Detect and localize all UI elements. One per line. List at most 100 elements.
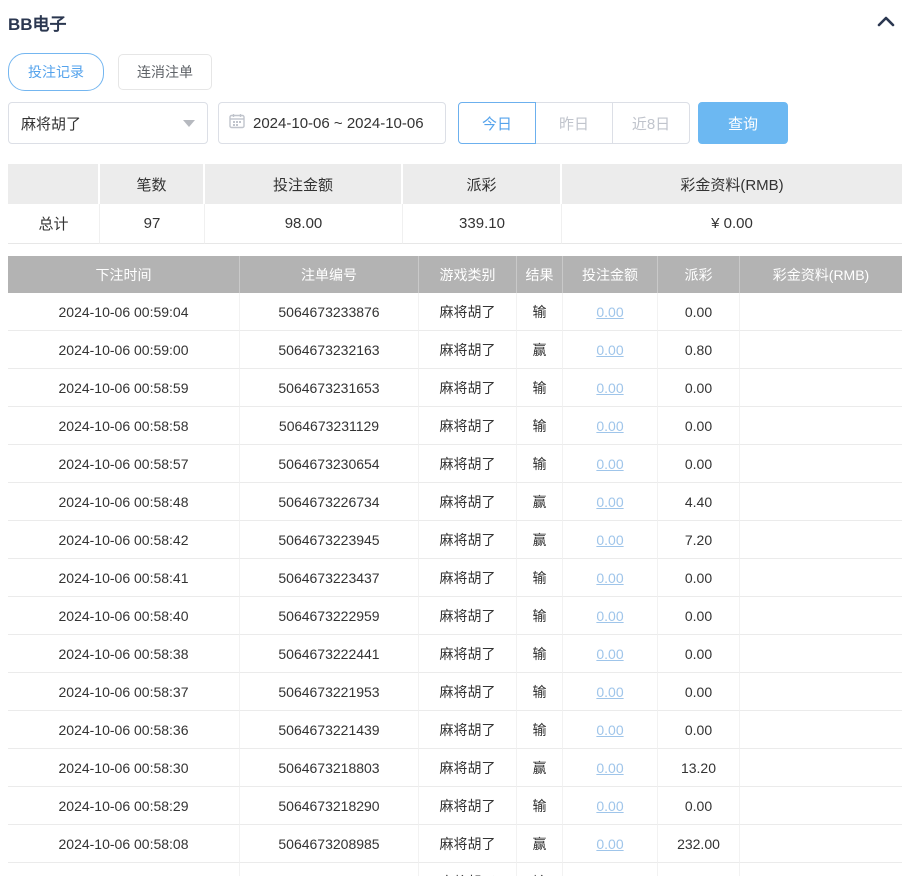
bet-amount-link[interactable]: 0.00 [596,456,623,472]
bet-amount-link[interactable]: 0.00 [596,836,623,852]
chevron-up-icon [877,15,895,30]
bet-amount-cell: 0.00 [563,825,658,863]
col-order-number: 注单编号 [240,256,419,293]
bet-time-cell: 2024-10-06 00:58:37 [8,673,240,711]
bet-amount-cell: 0.00 [563,635,658,673]
payout-cell: 0.00 [658,863,740,876]
col-bet-amount: 投注金额 [563,256,658,293]
payout-cell: 0.00 [658,787,740,825]
table-row: 2024-10-06 00:59:045064673233876麻将胡了输0.0… [8,293,902,331]
summary-header-row: 笔数 投注金额 派彩 彩金资料(RMB) [8,164,902,204]
tab-cancelled-orders[interactable]: 连消注单 [118,54,212,90]
query-button[interactable]: 查询 [698,102,788,144]
bet-amount-cell: 0.00 [563,407,658,445]
bet-time-cell: 2024-10-06 00:58:40 [8,597,240,635]
summary-header-jackpot: 彩金资料(RMB) [562,164,902,204]
bet-amount-cell: 0.00 [563,863,658,876]
jackpot-cell [740,787,902,825]
table-row: 2024-10-06 00:58:305064673218803麻将胡了赢0.0… [8,749,902,787]
quick-last8days-button[interactable]: 近8日 [612,102,690,144]
filter-bar: 麻将胡了 2024-10-06 ~ 2024-10-06 今日 昨日 近8日 查… [8,102,902,144]
jackpot-cell [740,445,902,483]
result-cell: 输 [517,787,563,825]
game-select[interactable]: 麻将胡了 [8,102,208,144]
payout-cell: 4.40 [658,483,740,521]
bet-time-cell: 2024-10-06 00:58:30 [8,749,240,787]
result-cell: 输 [517,673,563,711]
payout-cell: 0.00 [658,293,740,331]
payout-cell: 0.00 [658,673,740,711]
game-type-cell: 麻将胡了 [419,483,517,521]
bet-amount-cell: 0.00 [563,559,658,597]
summary-count-value: 97 [100,204,205,244]
bet-amount-link[interactable]: 0.00 [596,608,623,624]
bet-amount-link[interactable]: 0.00 [596,684,623,700]
table-row: 2024-10-06 00:58:295064673218290麻将胡了输0.0… [8,787,902,825]
table-row: 2024-10-06 00:58:405064673222959麻将胡了输0.0… [8,597,902,635]
result-cell: 输 [517,293,563,331]
bet-amount-link[interactable]: 0.00 [596,646,623,662]
bet-amount-link[interactable]: 0.00 [596,722,623,738]
summary-header-blank [8,164,100,204]
tab-bet-records[interactable]: 投注记录 [8,53,104,91]
date-range-value: 2024-10-06 ~ 2024-10-06 [253,115,424,132]
game-type-cell: 麻将胡了 [419,673,517,711]
bet-amount-link[interactable]: 0.00 [596,570,623,586]
bet-records-panel: BB电子 投注记录 连消注单 麻将胡了 2024-10-06 ~ 2024-10… [0,0,910,876]
game-type-cell: 麻将胡了 [419,445,517,483]
table-row: 2024-10-06 00:58:575064673230654麻将胡了输0.0… [8,445,902,483]
date-range-input[interactable]: 2024-10-06 ~ 2024-10-06 [218,102,446,144]
order-number-cell: 5064673233876 [240,293,419,331]
bet-time-cell: 2024-10-06 00:59:00 [8,331,240,369]
bet-amount-cell: 0.00 [563,369,658,407]
summary-total-label: 总计 [8,204,100,244]
jackpot-cell [740,825,902,863]
jackpot-cell [740,635,902,673]
bet-amount-link[interactable]: 0.00 [596,760,623,776]
game-type-cell: 麻将胡了 [419,711,517,749]
jackpot-cell [740,521,902,559]
bet-amount-link[interactable]: 0.00 [596,342,623,358]
bet-amount-link[interactable]: 0.00 [596,304,623,320]
bet-amount-cell: 0.00 [563,331,658,369]
bet-amount-link[interactable]: 0.00 [596,494,623,510]
result-cell: 赢 [517,331,563,369]
tab-bar: 投注记录 连消注单 [8,53,902,91]
order-number-cell: 5064673226734 [240,483,419,521]
jackpot-cell [740,673,902,711]
bet-amount-cell: 0.00 [563,483,658,521]
bet-time-cell: 2024-10-06 00:58:08 [8,825,240,863]
bet-amount-link[interactable]: 0.00 [596,380,623,396]
game-type-cell: 麻将胡了 [419,597,517,635]
order-number-cell: 5064673231129 [240,407,419,445]
game-type-cell: 麻将胡了 [419,635,517,673]
game-type-cell: 麻将胡了 [419,369,517,407]
summary-header-count: 笔数 [100,164,205,204]
quick-yesterday-button[interactable]: 昨日 [535,102,613,144]
col-payout: 派彩 [658,256,740,293]
quick-today-button[interactable]: 今日 [458,102,536,144]
result-cell: 输 [517,445,563,483]
jackpot-cell [740,711,902,749]
payout-cell: 0.00 [658,407,740,445]
collapse-button[interactable] [872,11,900,35]
quick-range-group: 今日 昨日 近8日 [458,102,690,144]
summary-payout-value: 339.10 [403,204,562,244]
game-type-cell: 麻将胡了 [419,521,517,559]
order-number-cell: 5064673218803 [240,749,419,787]
table-row: 2024-10-06 00:58:585064673231129麻将胡了输0.0… [8,407,902,445]
table-row: 2024-10-06 00:58:375064673221953麻将胡了输0.0… [8,673,902,711]
order-number-cell: 5064673222959 [240,597,419,635]
summary-jackpot-value: ¥ 0.00 [562,204,902,244]
bet-amount-cell: 0.00 [563,293,658,331]
col-result: 结果 [517,256,563,293]
order-number-cell: 5064673230654 [240,445,419,483]
bet-amount-link[interactable]: 0.00 [596,532,623,548]
order-number-cell: 5064673231653 [240,369,419,407]
bet-amount-link[interactable]: 0.00 [596,798,623,814]
bet-time-cell: 2024-10-06 00:58:48 [8,483,240,521]
jackpot-cell [740,293,902,331]
bet-amount-link[interactable]: 0.00 [596,418,623,434]
payout-cell: 232.00 [658,825,740,863]
result-cell: 输 [517,635,563,673]
